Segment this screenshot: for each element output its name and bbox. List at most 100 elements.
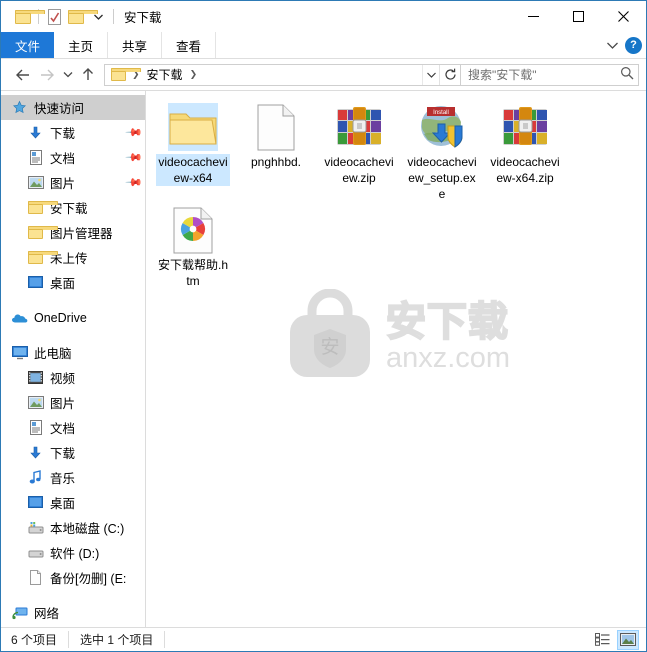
refresh-icon[interactable] [439, 64, 460, 85]
sidebar-item-label: 图片管理器 [50, 227, 113, 241]
file-item[interactable]: pnghhbd. [235, 99, 317, 202]
search-box[interactable]: 搜索"安下载" [461, 63, 639, 86]
breadcrumb-dropdown-icon[interactable] [422, 64, 439, 85]
tab-file[interactable]: 文件 [1, 32, 55, 58]
pictures-icon [27, 394, 44, 411]
sidebar-item-pictures[interactable]: 图片 📌 [1, 170, 145, 195]
installer-exe-icon: Install [417, 103, 467, 151]
minimize-button[interactable] [511, 1, 556, 31]
file-list-pane[interactable]: 安 安下载 anxz.com videocacheview-x64 pnghhb… [146, 91, 646, 627]
watermark-cn: 安下载 [385, 299, 509, 344]
pictures-icon [27, 174, 44, 191]
sidebar-item-label: OneDrive [34, 310, 87, 325]
sidebar-item-onedrive[interactable]: OneDrive [1, 305, 145, 330]
file-item[interactable]: videocacheview-x64 [152, 99, 234, 202]
file-grid: videocacheview-x64 pnghhbd. videocachevi… [146, 91, 646, 289]
properties-icon[interactable] [43, 6, 65, 28]
recent-locations-button[interactable] [59, 63, 76, 87]
forward-button[interactable] [35, 63, 59, 87]
sidebar-item-label: 备份[勿删] (E: [50, 572, 127, 586]
anxz-bag-logo-icon: 安 [289, 289, 370, 377]
sidebar-item-documents-pc[interactable]: 文档 [1, 415, 145, 440]
sidebar-item-local-disk-c[interactable]: 本地磁盘 (C:) [1, 515, 145, 540]
file-item[interactable]: Install videocacheview_setup.exe [401, 99, 483, 202]
large-icons-view-button[interactable] [617, 629, 639, 650]
sidebar-item-not-uploaded[interactable]: 未上传 [1, 245, 145, 270]
address-bar: ❯ 安下载 ❯ 搜索"安下载" [1, 59, 646, 90]
pin-icon[interactable]: 📌 [125, 148, 144, 167]
pin-icon[interactable]: 📌 [125, 173, 144, 192]
file-item[interactable]: videocacheview-x64.zip [484, 99, 566, 202]
tab-home[interactable]: 主页 [54, 32, 109, 58]
help-icon[interactable]: ? [625, 36, 642, 54]
breadcrumb-folder-icon[interactable] [108, 68, 141, 81]
search-icon[interactable] [620, 66, 634, 83]
sidebar-item-label: 文档 [50, 152, 76, 166]
file-item[interactable]: videocacheview.zip [318, 99, 400, 202]
status-bar: 6 个项目 选中 1 个项目 [1, 627, 646, 651]
ribbon-tabs: 文件 主页 共享 查看 ? [1, 32, 646, 59]
winrar-archive-icon [334, 103, 384, 151]
file-name: videocacheview-x64.zip [490, 155, 560, 185]
breadcrumb[interactable]: ❯ 安下载 ❯ [104, 63, 461, 86]
title-bar: 安下载 [1, 1, 646, 32]
breadcrumb-separator-2[interactable]: ❯ [186, 69, 202, 80]
sidebar-item-label: 快速访问 [34, 102, 85, 116]
file-item[interactable]: 安下载帮助.htm [152, 202, 234, 289]
tab-view[interactable]: 查看 [162, 32, 217, 58]
up-button[interactable] [76, 63, 100, 87]
explorer-window: 安下载 文件 主页 共享 查看 ? ❯ 安下载 ❯ 搜索"安下载" 快速访问 下… [0, 0, 647, 652]
view-mode-buttons [591, 628, 639, 651]
sidebar-item-label: 下载 [50, 127, 76, 141]
selection-label: 选中 1 个项目 [80, 631, 166, 648]
videos-icon [27, 369, 44, 386]
system-drive-icon [27, 519, 44, 536]
desktop-icon [27, 494, 44, 511]
html-document-icon [168, 206, 218, 254]
sidebar-item-quick-access[interactable]: 快速访问 [1, 95, 145, 120]
sidebar-item-backup-e[interactable]: 备份[勿删] (E: [1, 565, 145, 590]
window-controls [511, 1, 646, 31]
chevron-down-icon[interactable] [607, 38, 618, 52]
watermark-en: anxz.com [385, 341, 511, 374]
title-divider [113, 9, 114, 24]
new-folder-icon[interactable] [65, 6, 98, 28]
this-pc-icon [11, 344, 28, 361]
maximize-button[interactable] [556, 1, 601, 31]
sidebar-item-downloads-pc[interactable]: 下载 [1, 440, 145, 465]
close-button[interactable] [601, 1, 646, 31]
file-name: 安下载帮助.htm [157, 258, 228, 288]
back-button[interactable] [11, 63, 35, 87]
sidebar-item-desktop-pc[interactable]: 桌面 [1, 490, 145, 515]
sidebar-item-this-pc[interactable]: 此电脑 [1, 340, 145, 365]
quick-access-toolbar: 安下载 [1, 6, 162, 28]
sidebar-item-label: 图片 [50, 177, 76, 191]
watermark-text: 安下载 anxz.com [385, 299, 511, 374]
sidebar-item-music[interactable]: 音乐 [1, 465, 145, 490]
pin-icon[interactable]: 📌 [125, 123, 144, 142]
sidebar-item-pictures-pc[interactable]: 图片 [1, 390, 145, 415]
sidebar-item-label: 文档 [50, 422, 76, 436]
sidebar-item-label: 本地磁盘 (C:) [50, 522, 125, 536]
svg-text:Install: Install [433, 110, 449, 116]
sidebar-item-documents[interactable]: 文档 📌 [1, 145, 145, 170]
sidebar-item-label: 桌面 [50, 277, 76, 291]
customize-dropdown-icon[interactable] [87, 6, 109, 28]
details-view-button[interactable] [591, 630, 613, 650]
sidebar-item-network[interactable]: 网络 [1, 600, 145, 625]
sidebar-item-picture-manager[interactable]: 图片管理器 [1, 220, 145, 245]
sidebar-item-software-d[interactable]: 软件 (D:) [1, 540, 145, 565]
music-note-icon [27, 469, 44, 486]
sidebar-item-anxiazai[interactable]: 安下载 [1, 195, 145, 220]
folder-icon[interactable] [12, 6, 45, 28]
sidebar-item-videos[interactable]: 视频 [1, 365, 145, 390]
search-input[interactable]: 搜索"安下载" [468, 66, 620, 83]
sidebar-item-desktop[interactable]: 桌面 [1, 270, 145, 295]
navigation-pane[interactable]: 快速访问 下载 📌 文档 📌 图片 📌 安下载 图片管理器 未上传 桌面 One… [1, 91, 146, 627]
breadcrumb-item-0[interactable]: 安下载 [144, 66, 186, 83]
sidebar-item-downloads[interactable]: 下载 📌 [1, 120, 145, 145]
window-title: 安下载 [124, 11, 162, 25]
tab-share[interactable]: 共享 [108, 32, 163, 58]
